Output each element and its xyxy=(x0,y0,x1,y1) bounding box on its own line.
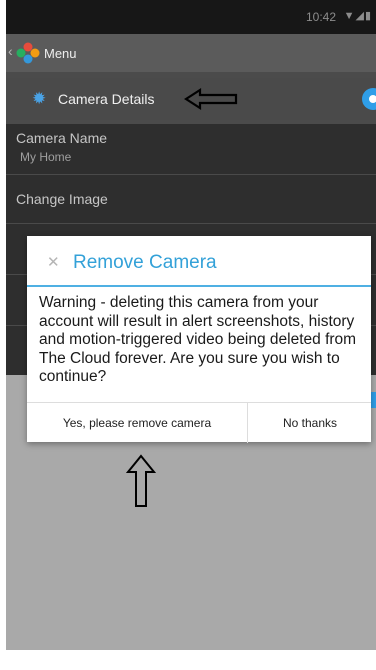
change-image-label: Change Image xyxy=(16,191,108,207)
gear-icon: ✹ xyxy=(32,89,47,108)
status-time: 10:42 xyxy=(305,10,336,24)
dialog-title: Remove Camera xyxy=(73,252,217,273)
annotation-arrow-up-icon xyxy=(126,454,156,507)
app-logo-icon xyxy=(16,42,40,64)
annotation-arrow-left-icon xyxy=(184,88,238,110)
dialog-button-bar: Yes, please remove camera No thanks xyxy=(27,402,371,443)
camera-name-value: My Home xyxy=(20,150,72,164)
signal-battery-icons: ▼◢▮ xyxy=(343,10,372,22)
list-item-change-image[interactable]: Change Image xyxy=(6,175,376,224)
camera-details-title: Camera Details xyxy=(58,91,155,107)
back-chevron-icon[interactable]: ‹ xyxy=(8,43,13,59)
menu-bar[interactable]: ‹ Menu xyxy=(6,34,376,72)
camera-details-header: ✹ Camera Details xyxy=(6,78,376,120)
close-icon: ✕ xyxy=(47,254,60,271)
cancel-button[interactable]: No thanks xyxy=(247,403,372,443)
confirm-remove-button[interactable]: Yes, please remove camera xyxy=(27,403,247,443)
status-bar: 10:42 ▼◢▮ xyxy=(6,0,376,34)
dialog-message: Warning - deleting this camera from your… xyxy=(39,294,357,385)
list-item-camera-name[interactable]: Camera Name My Home xyxy=(6,124,376,175)
menu-label[interactable]: Menu xyxy=(44,46,77,61)
camera-name-label: Camera Name xyxy=(16,130,108,146)
dialog-divider xyxy=(27,285,371,287)
remove-camera-dialog: ✕ Remove Camera Warning - deleting this … xyxy=(27,236,371,443)
info-dot-icon[interactable] xyxy=(362,88,376,110)
